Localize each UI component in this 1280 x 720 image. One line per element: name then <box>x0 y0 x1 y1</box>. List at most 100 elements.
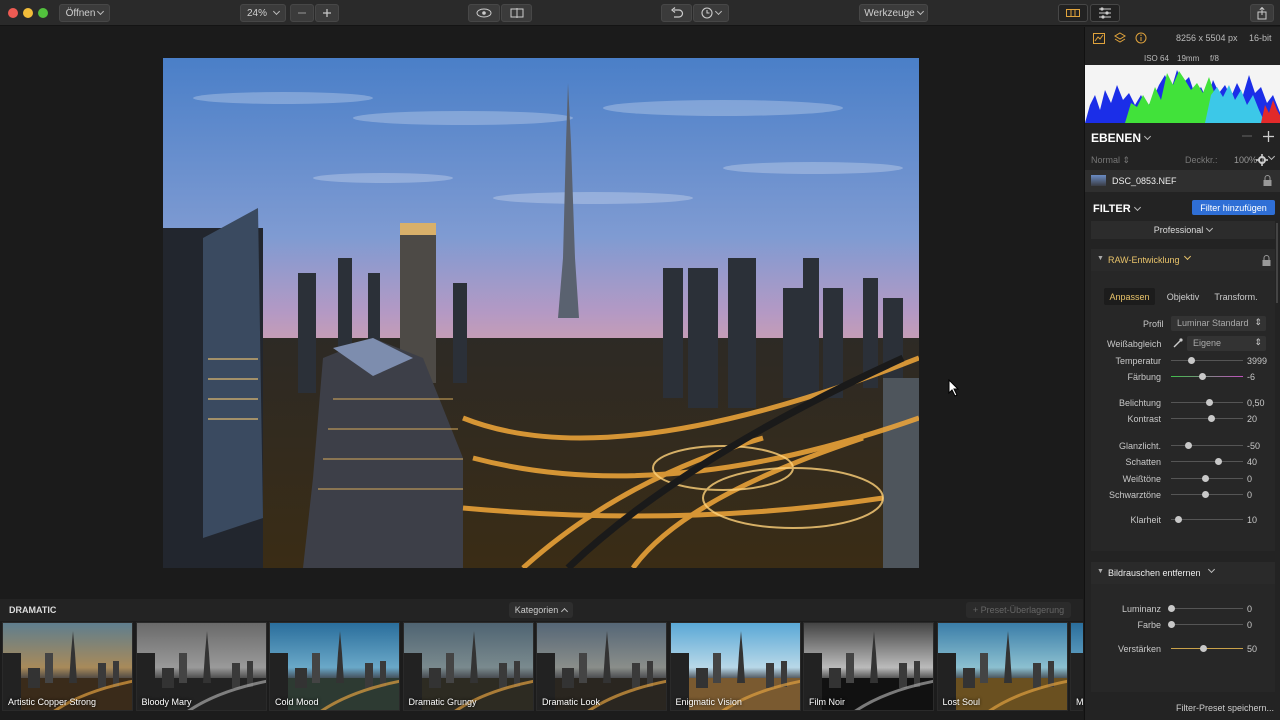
slider-track[interactable] <box>1168 605 1243 612</box>
tab-anpassen[interactable]: Anpassen <box>1104 288 1155 305</box>
preset-thumbnail[interactable]: Bloody Mary <box>135 622 267 711</box>
preset-overlay-button[interactable]: + Preset-Überlagerung <box>966 602 1071 618</box>
histogram-icon[interactable] <box>1093 33 1105 44</box>
slider-handle[interactable] <box>1207 415 1215 422</box>
slider-track[interactable] <box>1171 491 1243 498</box>
slider-label: Glanzlicht. <box>1118 441 1161 451</box>
share-button[interactable] <box>1250 4 1274 22</box>
panel-scrollbar[interactable] <box>1276 223 1278 303</box>
filmstrip-icon <box>1066 9 1080 17</box>
layers-title: EBENEN <box>1091 131 1142 145</box>
chevron-down-icon <box>1206 224 1214 233</box>
adjustments-toggle-button[interactable] <box>1090 4 1120 22</box>
add-filter-label: Filter hinzufügen <box>1200 202 1267 213</box>
slider-handle[interactable] <box>1201 491 1209 498</box>
slider-label: Schwarztöne <box>1108 490 1161 500</box>
workspace-dropdown[interactable]: Professional <box>1091 221 1275 239</box>
slider-track[interactable] <box>1171 373 1243 380</box>
plus-icon <box>323 9 331 17</box>
main-photo[interactable] <box>163 58 919 568</box>
preset-thumbnail[interactable]: Film Noir <box>803 622 934 711</box>
slider-handle[interactable] <box>1206 399 1214 406</box>
preset-category-title: DRAMATIC <box>9 605 57 615</box>
eyedropper-icon[interactable] <box>1173 338 1183 348</box>
slider-track[interactable] <box>1171 357 1243 364</box>
preset-thumbnail[interactable]: M <box>1070 622 1083 711</box>
zoom-dropdown[interactable]: 24% <box>240 4 286 22</box>
slider-handle[interactable] <box>1198 373 1206 380</box>
bit-depth: 16-bit <box>1249 33 1272 43</box>
preset-thumbnail[interactable]: Artistic Copper Strong <box>2 622 133 711</box>
noise-reduction-header[interactable]: ▼ Bildrauschen entfernen <box>1091 562 1275 584</box>
remove-layer-icon[interactable] <box>1242 135 1252 137</box>
add-filter-button[interactable]: Filter hinzufügen <box>1192 200 1275 215</box>
tab-label: Objektiv <box>1166 291 1200 302</box>
minimize-window-button[interactable] <box>23 8 33 18</box>
tools-menu-button[interactable]: Werkzeuge <box>859 4 928 22</box>
preview-toggle-button[interactable] <box>468 4 500 22</box>
info-icon[interactable] <box>1135 32 1147 44</box>
save-preset-link[interactable]: Filter-Preset speichern... <box>1176 703 1274 713</box>
sliders-icon <box>1099 7 1111 19</box>
image-canvas[interactable] <box>0 27 1083 598</box>
slider-handle[interactable] <box>1201 475 1209 482</box>
slider-track[interactable] <box>1171 442 1243 449</box>
slider-handle[interactable] <box>1175 516 1183 523</box>
slider-track[interactable] <box>1171 516 1243 523</box>
layer-row[interactable]: DSC_0853.NEF <box>1085 170 1280 192</box>
chevron-down-icon[interactable] <box>1267 152 1276 161</box>
slider-track[interactable] <box>1171 645 1243 652</box>
filter-title-dropdown[interactable]: FILTER <box>1093 203 1141 215</box>
slider-track[interactable] <box>1171 399 1243 406</box>
slider-track[interactable] <box>1171 475 1243 482</box>
filmstrip-toggle-button[interactable] <box>1058 4 1088 22</box>
add-layer-icon[interactable] <box>1263 131 1274 142</box>
slider-handle[interactable] <box>1184 442 1192 449</box>
zoom-value: 24% <box>246 7 267 19</box>
history-button[interactable] <box>693 4 729 22</box>
preset-label: Enigmatic Vision <box>675 697 742 707</box>
layers-icon[interactable] <box>1114 32 1126 44</box>
preset-thumbnail[interactable]: Dramatic Grungy <box>402 622 534 711</box>
slider-track[interactable] <box>1171 458 1243 465</box>
zoom-out-button[interactable] <box>290 4 314 22</box>
right-panel: 8256 x 5504 px 16-bit ISO 64 19mm f/8 EB… <box>1084 27 1280 720</box>
lock-icon <box>1263 175 1272 186</box>
preset-thumbnail[interactable]: Lost Soul <box>936 622 1068 711</box>
zoom-in-button[interactable] <box>315 4 339 22</box>
slider-handle[interactable] <box>1214 458 1222 465</box>
categories-button[interactable]: Kategorien <box>509 602 573 618</box>
slider-handle[interactable] <box>1168 605 1175 612</box>
slider-value: 40 <box>1247 457 1258 467</box>
chevron-down-icon <box>916 7 924 16</box>
raw-development-header[interactable]: ▼ RAW-Entwicklung <box>1091 249 1275 271</box>
slider-value: 3999 <box>1247 356 1268 366</box>
open-menu-button[interactable]: Öffnen <box>59 4 110 22</box>
profile-select[interactable]: Luminar Standard ⇕ <box>1171 316 1266 331</box>
compare-button[interactable] <box>501 4 532 22</box>
slider-row: Luminanz 0 <box>1085 602 1280 616</box>
slider-handle[interactable] <box>1168 621 1175 628</box>
slider-track[interactable] <box>1171 415 1243 422</box>
maximize-window-button[interactable] <box>38 8 48 18</box>
blend-mode-select[interactable]: Normal ⇕ <box>1091 155 1130 166</box>
preset-thumbnail[interactable]: Dramatic Look <box>536 622 667 711</box>
preset-thumbnail[interactable]: Enigmatic Vision <box>669 622 801 711</box>
preset-thumbnail[interactable]: Cold Mood <box>269 622 400 711</box>
close-window-button[interactable] <box>8 8 18 18</box>
opacity-value: 100% <box>1234 155 1258 165</box>
slider-track[interactable] <box>1168 621 1243 628</box>
white-balance-select[interactable]: Eigene ⇕ <box>1187 336 1266 351</box>
tab-objektiv[interactable]: Objektiv <box>1163 288 1203 305</box>
split-view-icon <box>510 8 523 18</box>
layers-title-dropdown[interactable]: EBENEN <box>1091 131 1152 145</box>
undo-button[interactable] <box>661 4 692 22</box>
slider-handle[interactable] <box>1188 357 1196 364</box>
slider-label: Farbe <box>1137 620 1161 630</box>
tab-transform[interactable]: Transform. <box>1211 288 1261 305</box>
chevron-down-icon <box>1183 252 1192 261</box>
noise-reduction-body <box>1091 584 1275 692</box>
chevron-down-icon <box>1143 132 1152 141</box>
gear-icon[interactable] <box>1256 154 1268 166</box>
slider-handle[interactable] <box>1200 645 1208 652</box>
